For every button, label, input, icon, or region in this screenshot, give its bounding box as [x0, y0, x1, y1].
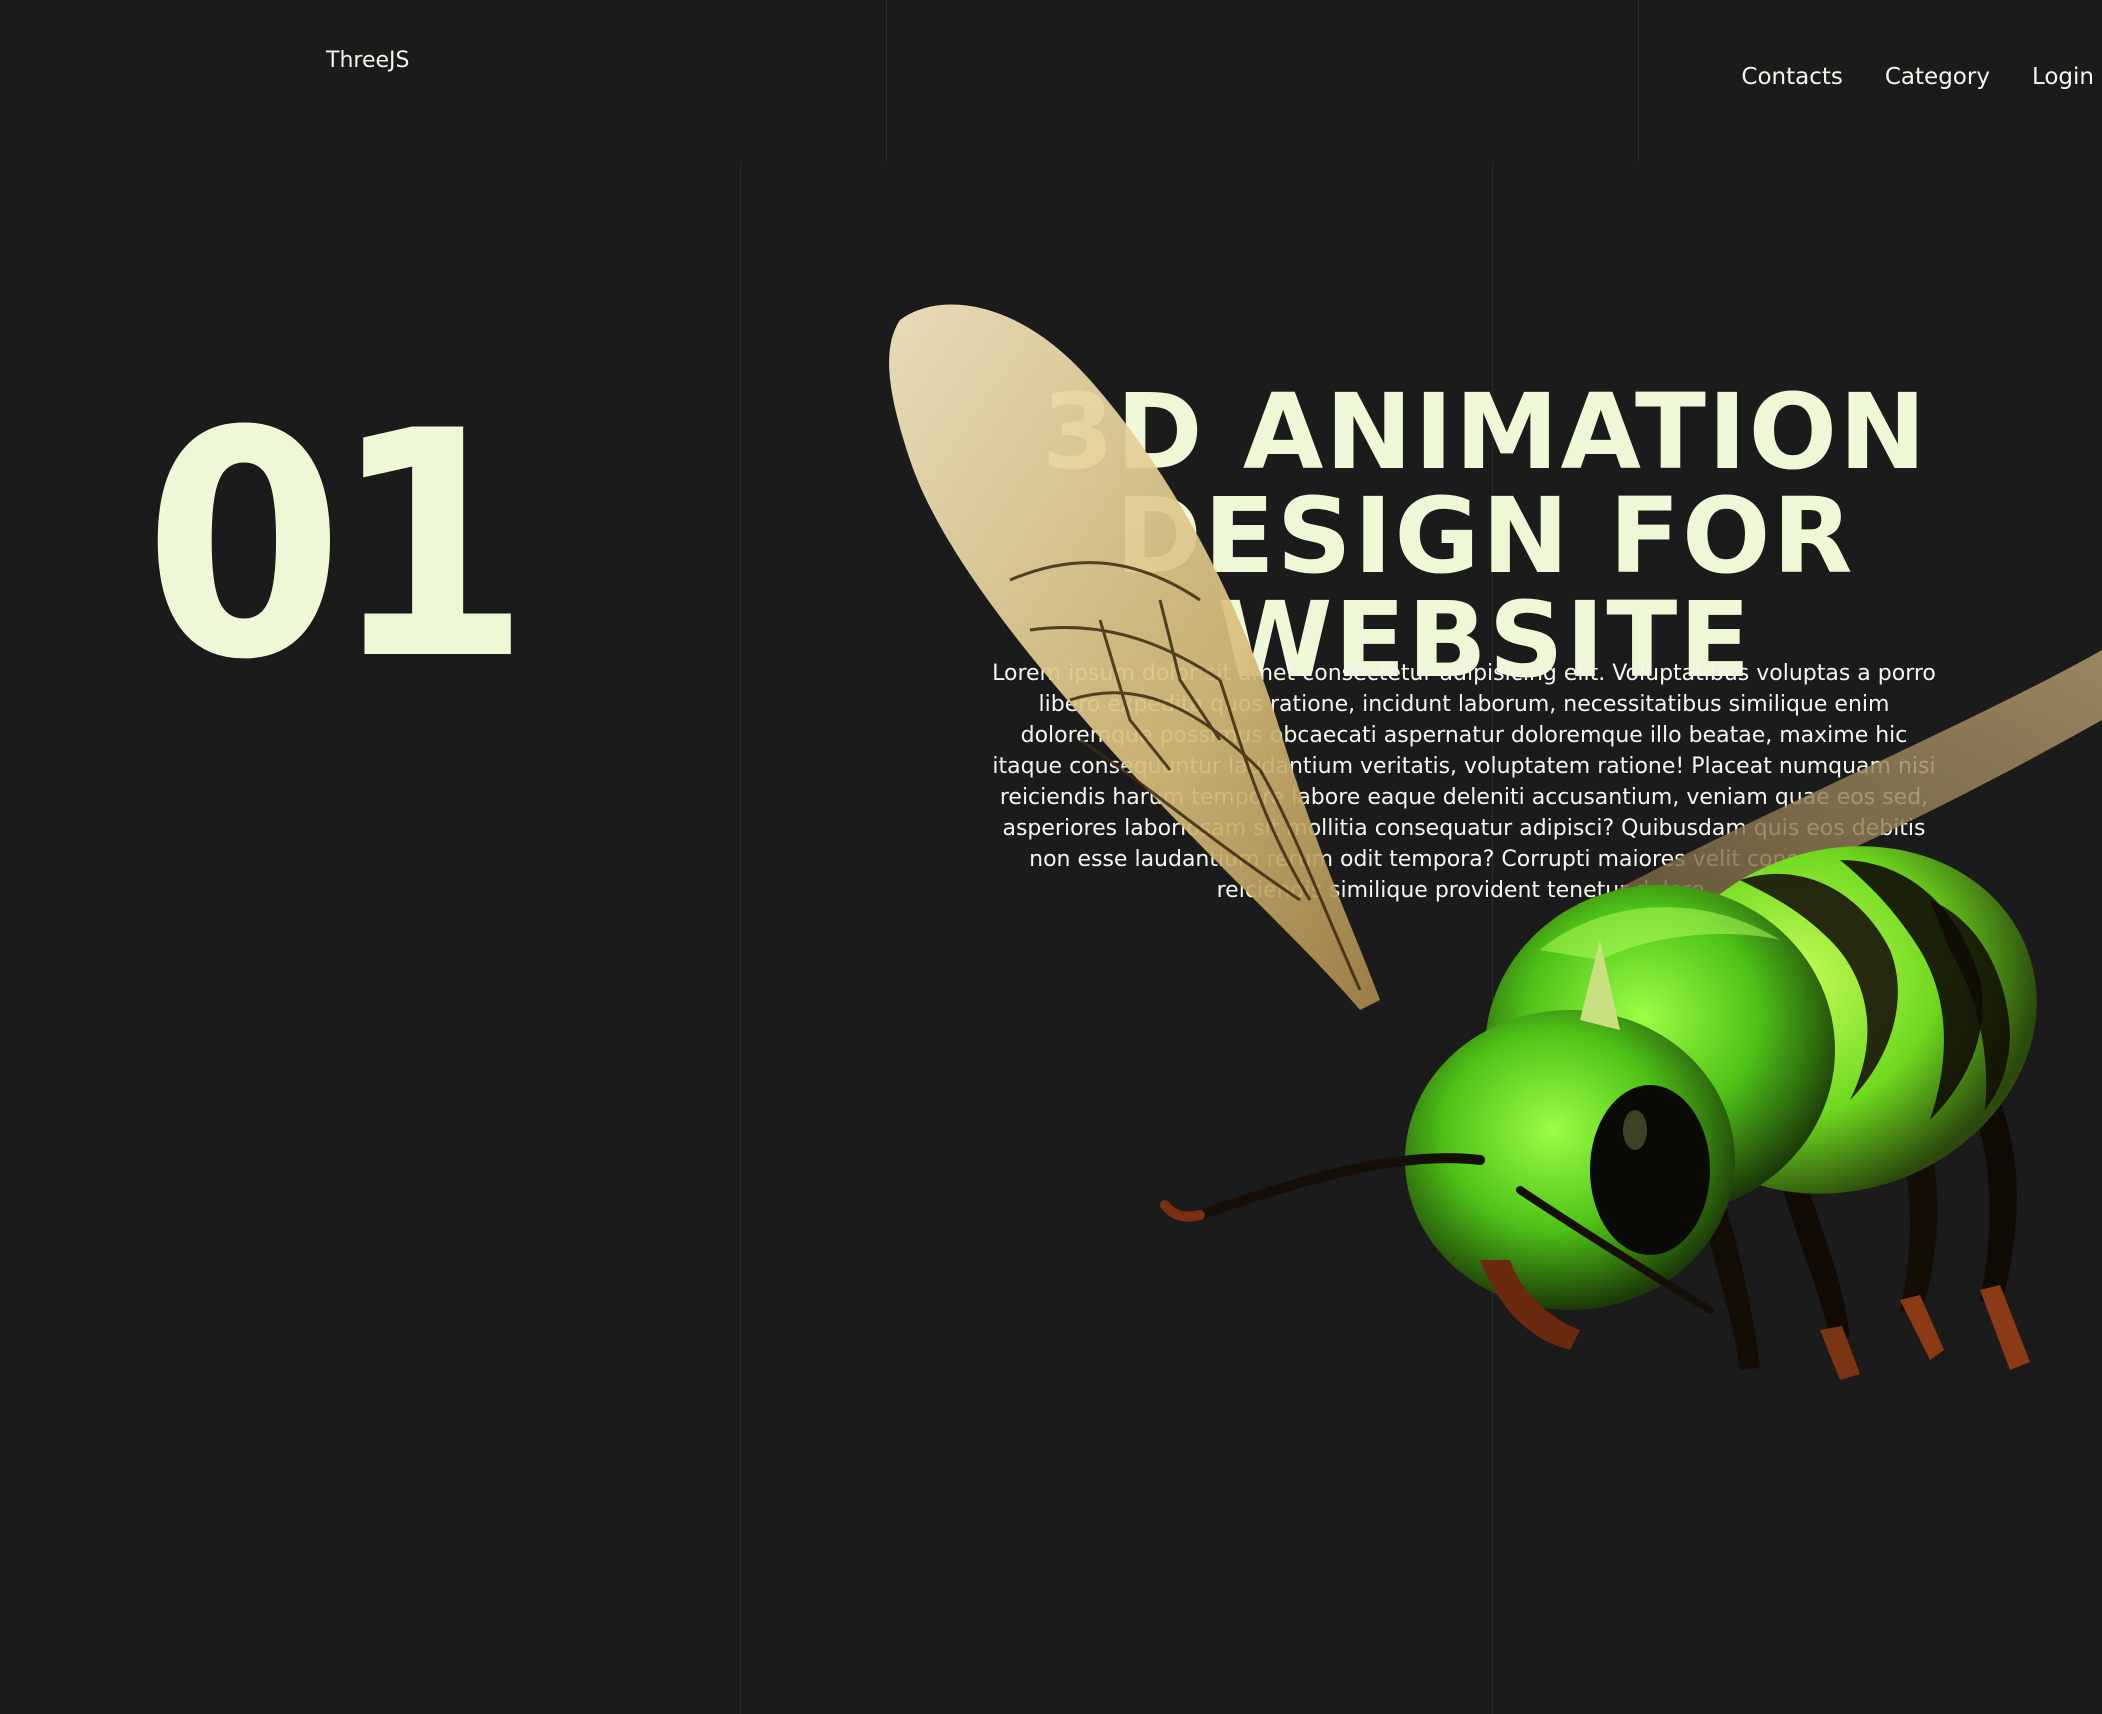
bee-antenna: [1516, 1186, 1714, 1314]
bee-horn: [1580, 940, 1620, 1030]
bee-head: [1405, 1010, 1735, 1310]
nav-contacts[interactable]: Contacts: [1741, 64, 1842, 90]
bee-leg: [1700, 1190, 1760, 1370]
bee-stripe: [1740, 873, 1898, 1100]
hero-headline: 3D ANIMATION DESIGN FOR WEBSITE: [1010, 380, 1960, 692]
grid-line: [740, 162, 741, 1714]
bee-stripe: [1930, 900, 2010, 1110]
hero-paragraph: Lorem ipsum dolor sit amet consectetur a…: [992, 661, 1936, 903]
section-number: 01: [144, 364, 531, 728]
bee-leg: [1940, 1040, 2017, 1310]
bee-leg: [1870, 1060, 1938, 1320]
bee-leg: [1980, 1285, 2030, 1370]
nav-login[interactable]: Login: [2032, 64, 2094, 90]
bee-thorax: [1485, 885, 1835, 1215]
bee-eye: [1590, 1085, 1710, 1255]
site-header: ThreeJS Contacts Category Login: [0, 0, 2102, 162]
headline-line: DESIGN FOR: [1115, 474, 1855, 597]
nav-category[interactable]: Category: [1885, 64, 1990, 90]
bee-thorax-hair: [1540, 907, 1780, 960]
bee-leg: [1900, 1295, 1944, 1360]
bee-leg: [1820, 1326, 1860, 1380]
bee-antenna: [1195, 1153, 1485, 1220]
bee-leg: [1780, 1180, 1850, 1340]
bee-antenna-tip: [1160, 1200, 1205, 1222]
bee-eye-highlight: [1623, 1110, 1647, 1150]
main-nav: Contacts Category Login: [1741, 64, 2094, 90]
bee-mandible: [1480, 1260, 1580, 1350]
brand-logo-link[interactable]: ThreeJS: [326, 48, 409, 73]
headline-line: 3D ANIMATION: [1041, 370, 1929, 493]
